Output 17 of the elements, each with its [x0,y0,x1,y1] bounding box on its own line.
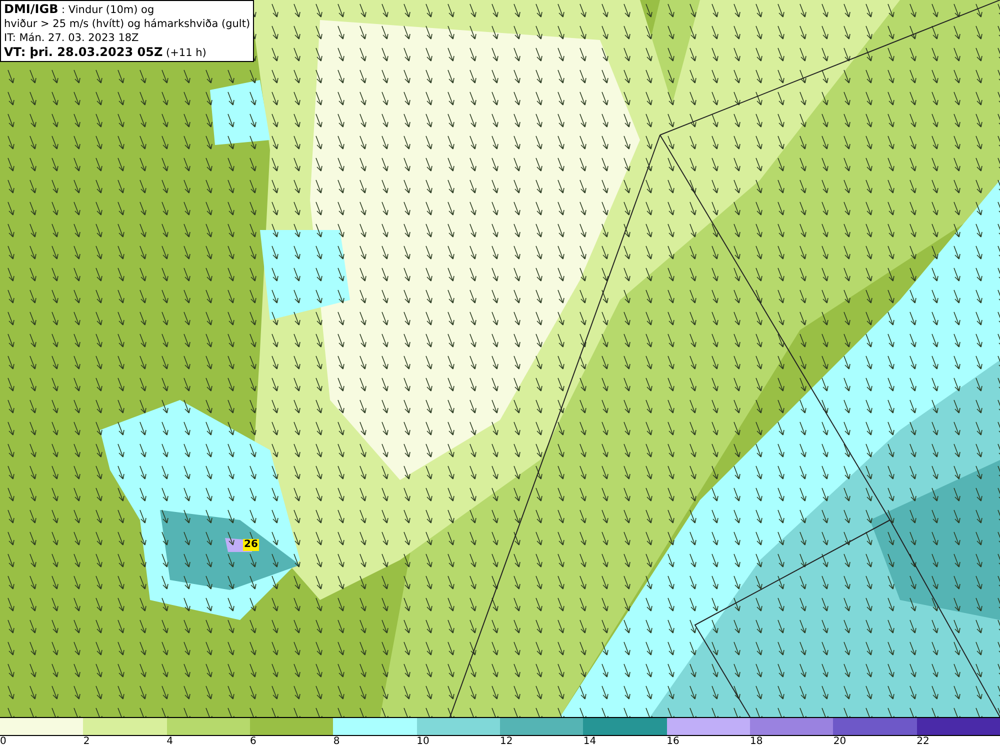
legend-tick-label: 16 [666,736,680,747]
legend-tick-label: 22 [916,736,930,747]
legend-tick-label: 10 [416,736,430,747]
caption-line: IT: Mán. 27. 03. 2023 18Z [4,31,140,45]
legend-tick-label: 20 [833,736,846,747]
caption-line: DMI/IGB : Vindur (10m) og [4,2,156,17]
legend-tick-label: 0 [0,736,6,747]
caption-line: hviður > 25 m/s (hvítt) og hámarkshviða (gult) [4,17,250,31]
legend-tick-label: 8 [333,736,340,747]
legend-tick-label: 14 [583,736,596,747]
legend-tick-label: 18 [750,736,763,747]
legend-tick-label: 4 [166,736,174,747]
gust-value-label: 26 [243,539,259,551]
legend-tick-label: 12 [500,736,513,747]
caption-line: VT: þri. 28.03.2023 05Z (+11 h) [4,45,208,60]
legend-tick-label: 6 [250,736,256,747]
legend-tick-label: 2 [83,736,90,747]
